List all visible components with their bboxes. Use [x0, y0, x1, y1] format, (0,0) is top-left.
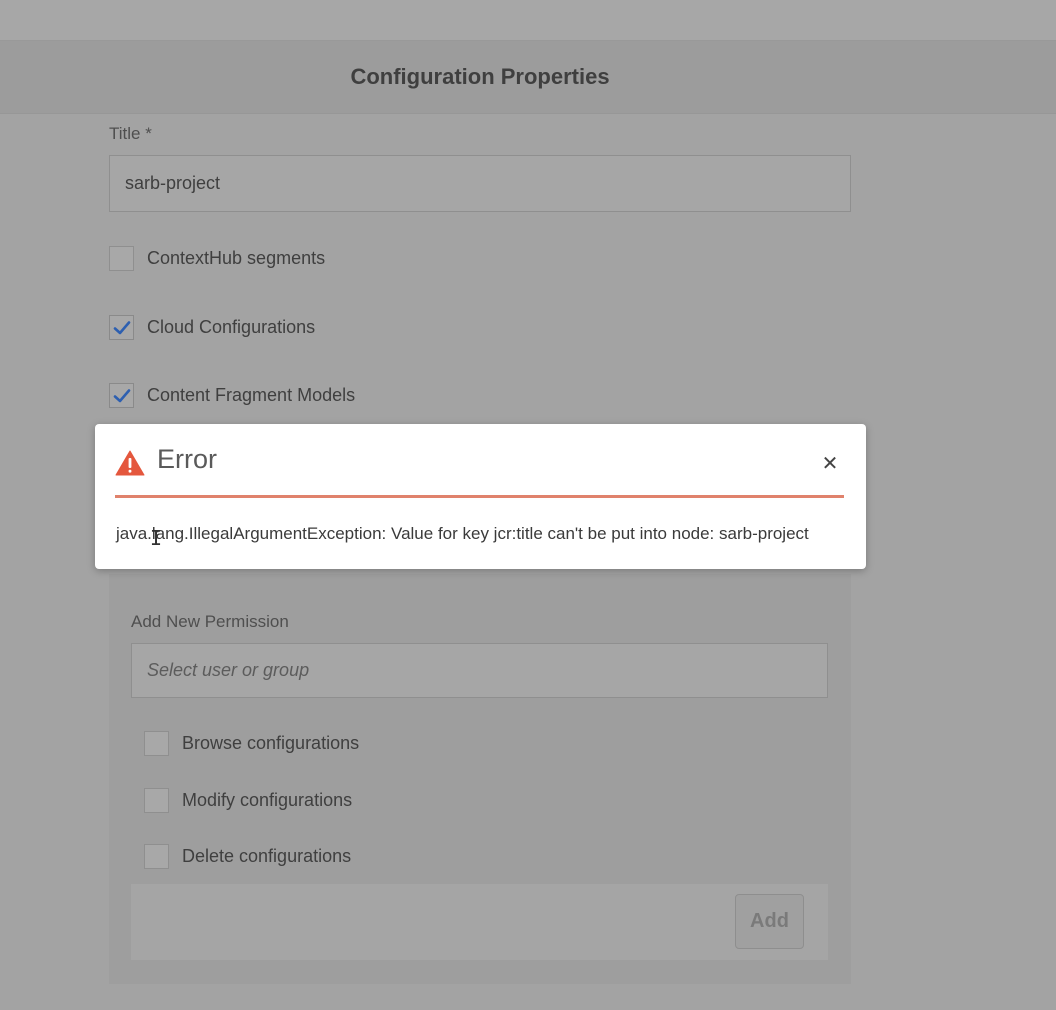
option-contexthub-segments[interactable]: ContextHub segments: [109, 246, 325, 271]
checkbox-checked[interactable]: [109, 383, 134, 408]
top-bar: [0, 0, 1056, 41]
permission-label: Browse configurations: [182, 733, 360, 753]
permission-delete[interactable]: Delete configurations: [144, 844, 351, 869]
page-header: Configuration Properties: [0, 41, 1056, 114]
permission-label: Modify configurations: [182, 790, 353, 810]
title-input[interactable]: sarb-project: [109, 155, 851, 212]
user-group-select[interactable]: Select user or group: [131, 643, 828, 698]
permission-action-bar: [131, 884, 828, 960]
option-cloud-configurations[interactable]: Cloud Configurations: [109, 315, 315, 340]
page-title: Configuration Properties: [350, 64, 610, 89]
text-cursor-icon: I: [150, 526, 163, 550]
permission-modify[interactable]: Modify configurations: [144, 788, 352, 813]
checkbox-checked[interactable]: [109, 315, 134, 340]
dialog-divider: [115, 495, 844, 498]
permission-browse[interactable]: Browse configurations: [144, 731, 359, 756]
checkmark-icon: [113, 320, 130, 334]
option-content-fragment-models[interactable]: Content Fragment Models: [109, 383, 355, 408]
checkmark-icon: [113, 388, 130, 402]
warning-icon: [115, 450, 145, 476]
add-button[interactable]: Add: [735, 894, 804, 949]
close-icon[interactable]: ✕: [817, 450, 843, 476]
dialog-title: Error: [157, 444, 217, 474]
title-label: Title *: [109, 124, 152, 143]
error-dialog: Error ✕ java.lang.IllegalArgumentExcepti…: [95, 424, 866, 569]
option-label: Content Fragment Models: [147, 385, 356, 405]
option-label: Cloud Configurations: [147, 317, 316, 337]
checkbox[interactable]: [144, 844, 169, 869]
add-permission-label: Add New Permission: [131, 612, 289, 631]
option-label: ContextHub segments: [147, 248, 326, 268]
checkbox[interactable]: [109, 246, 134, 271]
error-message: java.lang.IllegalArgumentException: Valu…: [116, 524, 809, 543]
checkbox[interactable]: [144, 788, 169, 813]
checkbox[interactable]: [144, 731, 169, 756]
permission-label: Delete configurations: [182, 846, 352, 866]
